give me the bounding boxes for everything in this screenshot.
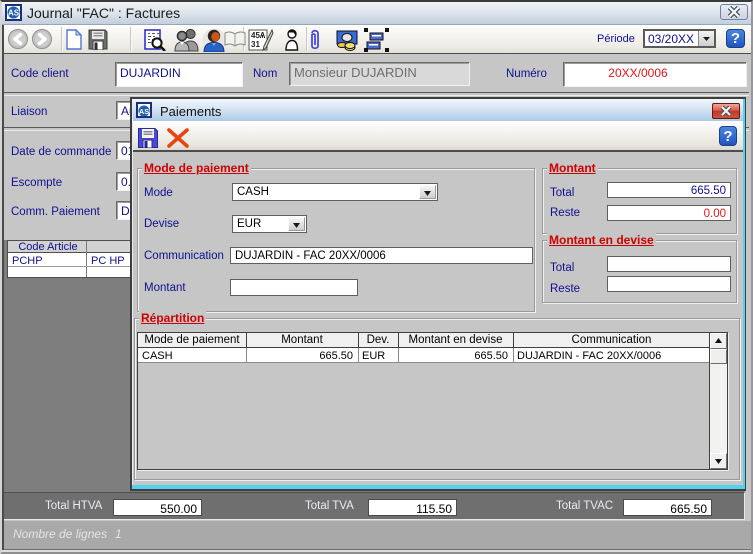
svg-text:AS: AS: [139, 107, 149, 116]
svg-text:45Ѧ: 45Ѧ: [251, 31, 266, 40]
svg-text:31: 31: [251, 40, 260, 49]
